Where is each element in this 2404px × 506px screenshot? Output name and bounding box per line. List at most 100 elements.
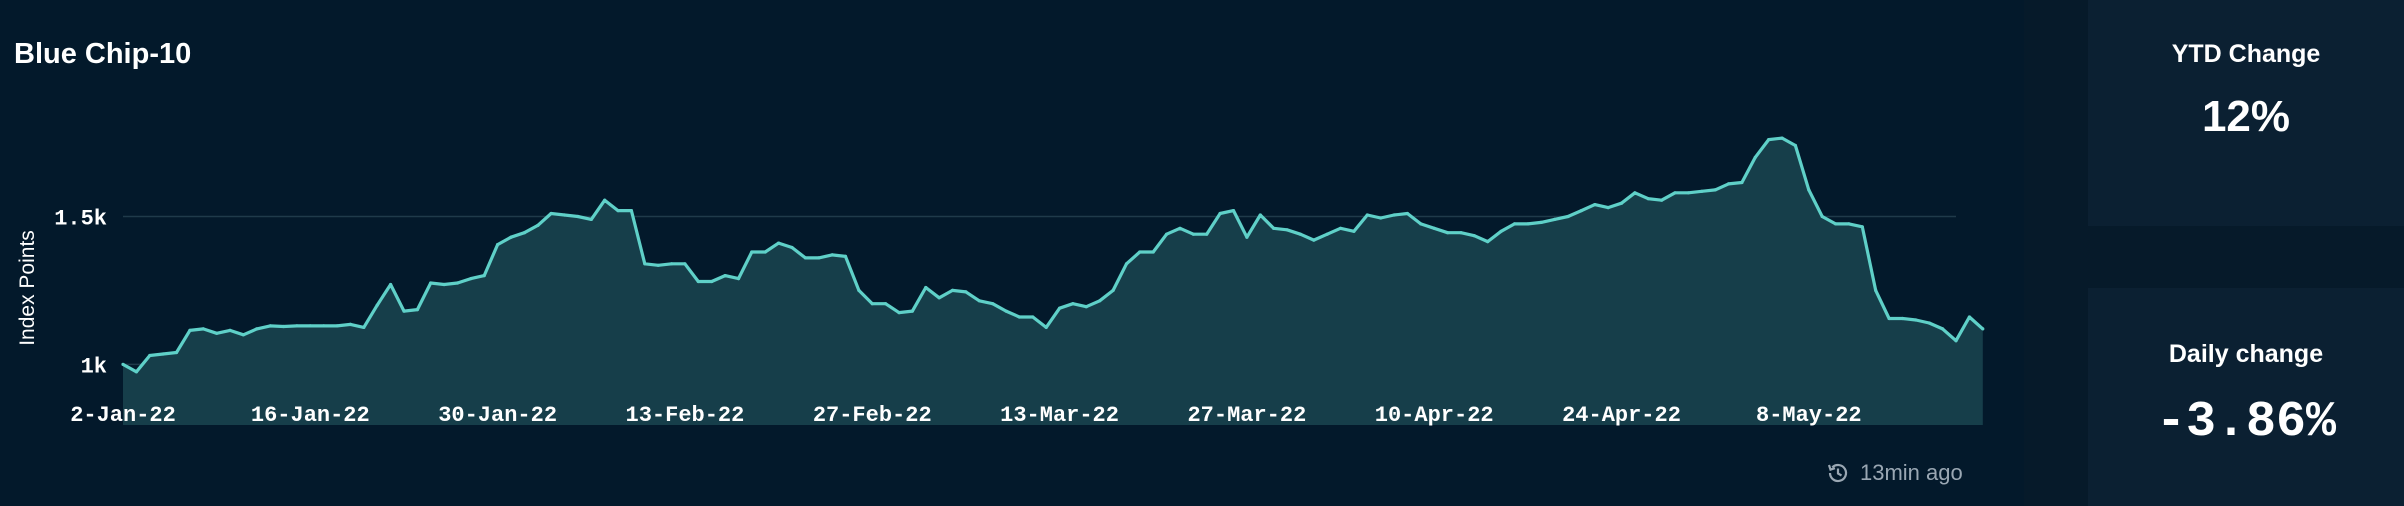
data-point (1941, 327, 1945, 331)
data-point (415, 308, 419, 312)
data-point (1539, 220, 1543, 224)
x-tick-label: 27-Mar-22 (1187, 403, 1306, 428)
data-point (1847, 222, 1851, 226)
data-point (750, 250, 754, 254)
data-point (1686, 191, 1690, 195)
data-point (228, 328, 232, 332)
data-point (736, 277, 741, 281)
data-point (429, 281, 433, 285)
data-point (522, 231, 527, 235)
data-point (1860, 225, 1864, 229)
data-point (1218, 211, 1222, 216)
x-tick-label: 8-May-22 (1756, 403, 1862, 428)
data-point (1713, 188, 1717, 192)
data-point (1820, 214, 1824, 219)
data-point (201, 327, 205, 331)
data-point (1258, 213, 1262, 217)
data-point (884, 302, 888, 306)
data-point (362, 325, 366, 329)
index-area-chart: 1k 1.5k 2-Jan-22 16-Jan-22 30-Jan-22 13-Feb-2… (16, 136, 1985, 428)
data-point (777, 241, 781, 245)
data-point (803, 256, 808, 260)
x-tick-label: 27-Feb-22 (813, 403, 932, 428)
data-point (1673, 191, 1677, 195)
data-point (1405, 211, 1409, 216)
data-point (1446, 231, 1450, 235)
data-point (1312, 238, 1316, 242)
x-tick-label: 30-Jan-22 (438, 403, 557, 428)
data-point (1807, 188, 1811, 192)
data-point (1231, 209, 1236, 213)
data-point (1874, 288, 1878, 292)
data-point (910, 309, 915, 313)
y-axis-label: Index Points (16, 230, 39, 346)
data-point (683, 262, 687, 266)
data-point (991, 302, 995, 306)
data-point (1031, 315, 1035, 319)
data-point (174, 350, 179, 355)
x-tick-label: 13-Feb-22 (626, 403, 745, 428)
data-point (1298, 232, 1302, 236)
data-point (188, 328, 192, 332)
data-point (1553, 217, 1557, 221)
data-point (442, 282, 446, 287)
data-point (496, 243, 500, 247)
data-point (1633, 191, 1637, 195)
data-point (1098, 299, 1102, 303)
data-point (696, 279, 700, 284)
data-point (1566, 214, 1570, 219)
data-point (1834, 222, 1838, 226)
data-point (977, 299, 981, 303)
data-point (830, 253, 834, 257)
data-point (870, 302, 874, 306)
data-point (897, 311, 901, 315)
y-tick-label: 1k (81, 354, 107, 379)
data-point (335, 324, 339, 328)
x-tick-label: 24-Apr-22 (1562, 403, 1681, 428)
data-point (1191, 232, 1195, 236)
data-point (148, 353, 152, 358)
data-point (1272, 226, 1276, 230)
data-point (1646, 197, 1650, 201)
daily-change-value: -3.86% (2155, 394, 2337, 451)
data-point (656, 263, 660, 267)
data-point (1660, 198, 1664, 202)
data-point (857, 288, 861, 292)
data-point (1124, 262, 1129, 266)
data-point (1325, 232, 1329, 236)
data-point (1392, 213, 1396, 217)
data-point (375, 303, 379, 307)
data-point (1914, 318, 1918, 322)
data-point (710, 279, 714, 284)
data-point (1954, 339, 1958, 343)
data-point (1606, 206, 1610, 210)
data-point (589, 217, 593, 221)
data-point (643, 262, 647, 266)
data-point (1593, 203, 1597, 207)
daily-change-label: Daily change (2168, 340, 2324, 368)
data-point (1084, 305, 1088, 309)
data-point (1071, 302, 1075, 306)
data-point (1793, 143, 1797, 148)
data-point (1512, 222, 1517, 226)
data-point (1767, 138, 1771, 142)
data-point (1499, 229, 1503, 233)
data-point (1365, 213, 1369, 217)
data-point (536, 223, 540, 227)
last-updated: 13min ago (1826, 460, 1963, 486)
data-point (603, 198, 607, 202)
data-point (1058, 306, 1062, 310)
area-fill (123, 138, 1983, 425)
data-point (308, 324, 312, 328)
data-point (469, 277, 473, 281)
y-tick-label: 1.5k (54, 206, 107, 231)
data-point (509, 235, 513, 239)
data-point (1927, 321, 1931, 325)
x-tick-label: 10-Apr-22 (1375, 403, 1494, 428)
data-point (1967, 315, 1971, 319)
data-point (562, 213, 567, 217)
data-point (1338, 226, 1343, 230)
data-point (1619, 201, 1624, 205)
data-point (790, 245, 794, 250)
data-point (1740, 180, 1744, 185)
